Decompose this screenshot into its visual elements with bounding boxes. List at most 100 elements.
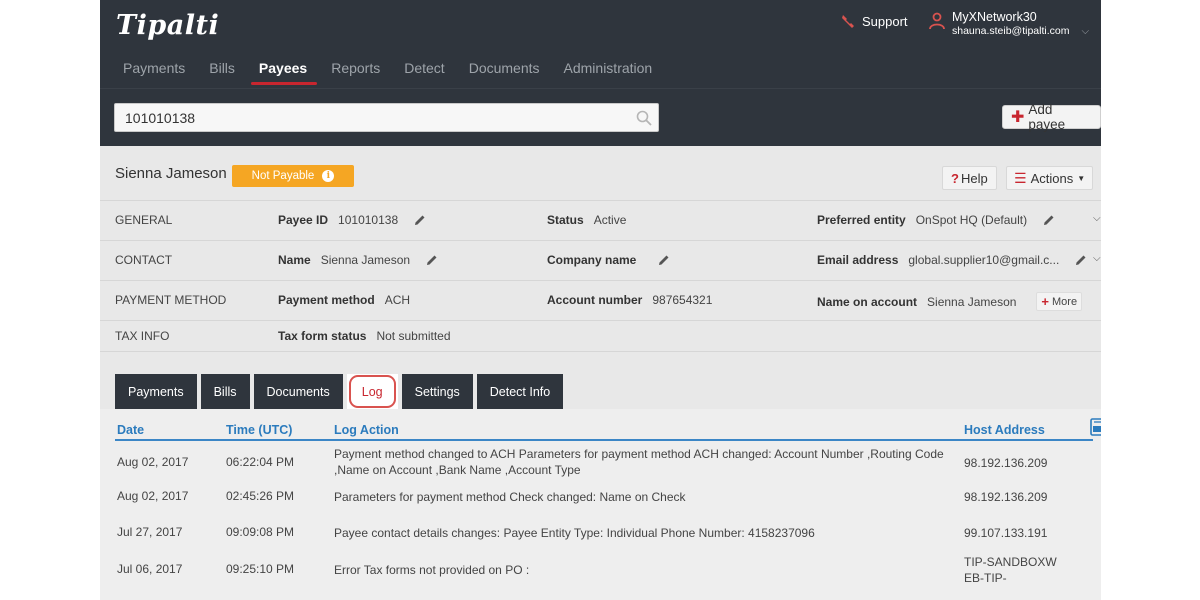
row-action: Payment method changed to ACH Parameters… (334, 447, 944, 477)
account-number-value: 987654321 (652, 293, 713, 307)
user-menu[interactable]: MyXNetwork30 shauna.steib@tipalti.com ⌵ (928, 10, 1089, 38)
question-icon: ? (951, 170, 959, 186)
payee-name: Sienna Jameson (115, 165, 227, 182)
tab-settings[interactable]: Settings (401, 374, 473, 409)
row-action: Error Tax forms not provided on PO : (334, 563, 530, 577)
nav-item-reports[interactable]: Reports (321, 58, 390, 84)
preferred-entity-field: Preferred entity OnSpot HQ (Default) (817, 213, 1055, 227)
plus-icon: + (1041, 294, 1050, 309)
nav-item-administration[interactable]: Administration (554, 58, 663, 84)
email-field: Email address global.supplier10@gmail.c.… (817, 253, 1087, 267)
name-on-account-label: Name on account (817, 294, 918, 309)
tax-info-row: TAX INFO Tax form status Not submitted (100, 320, 1101, 352)
pencil-icon[interactable] (1043, 214, 1055, 226)
nav-item-documents[interactable]: Documents (459, 58, 550, 84)
payee-id-label: Payee ID (278, 213, 329, 227)
tab-bills[interactable]: Bills (200, 374, 250, 409)
row-action: Payee contact details changes: Payee Ent… (334, 526, 815, 540)
status-badge: Not Payable i (232, 165, 354, 187)
row-time: 06:22:04 PM (226, 455, 295, 469)
row-host: 99.107.133.191 (964, 526, 1048, 540)
nav-item-bills[interactable]: Bills (199, 58, 245, 84)
company-name-field: Company name (547, 253, 670, 267)
table-row: Aug 02, 2017 06:22:04 PM Payment method … (115, 445, 1093, 481)
tax-form-label: Tax form status (278, 329, 367, 343)
payee-id-field: Payee ID 101010138 (278, 213, 426, 227)
preferred-entity-label: Preferred entity (817, 213, 906, 227)
main-nav: Payments Bills Payees Reports Detect Doc… (113, 58, 666, 85)
payment-method-row: PAYMENT METHOD Payment method ACH Accoun… (100, 280, 1101, 320)
support-label: Support (862, 13, 908, 29)
row-date: Jul 27, 2017 (117, 525, 183, 539)
status-label: Status (547, 213, 584, 227)
email-value: global.supplier10@gmail.c... (908, 253, 1060, 267)
payment-method-field: Payment method ACH (278, 293, 410, 307)
add-payee-button[interactable]: ✚ Add payee (1002, 102, 1101, 132)
app-window: Tipalti Support MyXNetwork30 shauna.stei… (100, 0, 1101, 600)
column-host-address[interactable]: Host Address (964, 423, 1045, 437)
email-label: Email address (817, 253, 899, 267)
account-number-label: Account number (547, 293, 643, 307)
user-icon (929, 12, 945, 30)
row-date: Aug 02, 2017 (117, 489, 189, 503)
payment-method-value: ACH (384, 293, 411, 307)
nav-item-payments[interactable]: Payments (113, 58, 195, 84)
tab-detect-info[interactable]: Detect Info (476, 374, 564, 409)
tipalti-logo[interactable]: Tipalti (116, 10, 219, 41)
account-number-field: Account number 987654321 (547, 293, 712, 307)
tab-log[interactable]: Log (346, 374, 398, 409)
user-name: MyXNetwork30 (952, 10, 1037, 24)
row-host: TIP-SANDBOXWEB-TIP- (964, 555, 1057, 585)
payee-id-value: 101010138 (338, 213, 399, 227)
tax-form-field: Tax form status Not submitted (278, 329, 451, 343)
more-label: More (1052, 295, 1078, 308)
log-table: Date Time (UTC) Log Action Host Address … (100, 409, 1101, 600)
pencil-icon[interactable] (426, 254, 438, 266)
name-field: Name Sienna Jameson (278, 253, 438, 267)
name-label: Name (278, 253, 311, 267)
tab-payments[interactable]: Payments (115, 374, 197, 409)
company-name-label: Company name (547, 253, 637, 267)
more-button[interactable]: + More (1036, 292, 1083, 311)
pencil-icon[interactable] (414, 214, 426, 226)
column-time[interactable]: Time (UTC) (226, 423, 292, 437)
help-button[interactable]: ? Help (942, 166, 997, 190)
row-host: 98.192.136.209 (964, 490, 1048, 504)
status-value: Active (593, 213, 627, 227)
actions-button[interactable]: ☰ Actions ▼ (1006, 166, 1094, 190)
table-row: Jul 27, 2017 09:09:08 PM Payee contact d… (115, 525, 1093, 545)
search-input[interactable] (125, 109, 625, 126)
plus-icon: ✚ (1011, 109, 1025, 126)
section-tax-info: TAX INFO (115, 329, 170, 343)
status-field: Status Active (547, 213, 626, 227)
name-on-account-field: Name on account Sienna Jameson + More (817, 292, 1083, 311)
contact-row: CONTACT Name Sienna Jameson Company name… (100, 240, 1101, 280)
section-contact: CONTACT (115, 253, 173, 267)
pencil-icon[interactable] (1075, 254, 1087, 266)
pencil-icon[interactable] (658, 254, 670, 266)
column-date[interactable]: Date (117, 423, 144, 437)
search-box (114, 103, 659, 132)
column-log-action[interactable]: Log Action (334, 423, 399, 437)
export-excel-icon[interactable] (1088, 417, 1101, 437)
help-label: Help (960, 170, 988, 186)
row-action: Parameters for payment method Check chan… (334, 490, 686, 504)
expand-chevron-icon[interactable]: ⌵ (1093, 253, 1101, 264)
nav-item-detect[interactable]: Detect (394, 58, 454, 84)
name-value: Sienna Jameson (320, 253, 411, 267)
row-time: 02:45:26 PM (226, 489, 295, 503)
tab-documents[interactable]: Documents (253, 374, 343, 409)
info-icon[interactable]: i (322, 170, 335, 182)
preferred-entity-value: OnSpot HQ (Default) (915, 213, 1028, 227)
add-payee-label: Add payee (1028, 102, 1066, 132)
user-email: shauna.steib@tipalti.com (952, 25, 1070, 37)
expand-chevron-icon[interactable]: ⌵ (1093, 213, 1101, 224)
row-time: 09:09:08 PM (226, 525, 295, 539)
row-time: 09:25:10 PM (226, 562, 295, 576)
nav-item-payees[interactable]: Payees (249, 58, 318, 85)
table-row: Jul 06, 2017 09:25:10 PM Error Tax forms… (115, 553, 1093, 600)
support-link[interactable]: Support (840, 13, 908, 29)
payment-method-label: Payment method (278, 293, 375, 307)
search-icon[interactable] (636, 110, 652, 126)
status-badge-label: Not Payable (251, 170, 315, 182)
